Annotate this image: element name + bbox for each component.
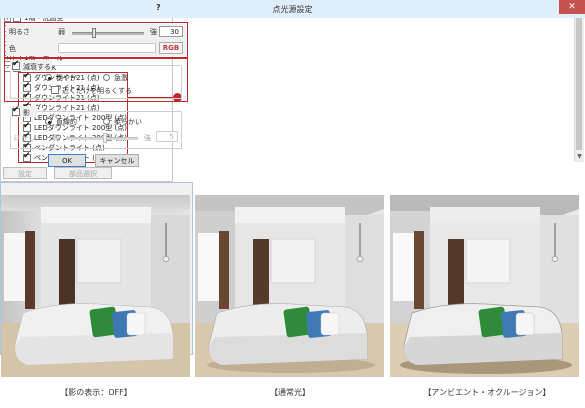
settings-button[interactable]: 設定 bbox=[3, 167, 47, 179]
shadow-label: 影 bbox=[23, 109, 30, 117]
shadow-direct-label: 直線的 bbox=[56, 118, 77, 126]
attenuation-highlight bbox=[4, 58, 188, 102]
blur-weak-label: 弱 bbox=[52, 134, 59, 142]
dialog-title: 点光源設定 bbox=[272, 5, 313, 14]
tree-scrollbar[interactable]: ▲ ▼ bbox=[574, 2, 584, 162]
cancel-button[interactable]: キャンセル bbox=[95, 154, 139, 167]
blur-label: ぼかし bbox=[14, 134, 35, 142]
caption-ambient-occlusion: 【アンビエント・オクルージョン】 bbox=[423, 388, 551, 397]
render-normal-light bbox=[195, 195, 384, 377]
shadow-soft-label: 柔らかい bbox=[114, 118, 142, 126]
select-parts-button[interactable]: 部品選択 bbox=[54, 167, 112, 179]
shadow-direct-radio[interactable] bbox=[45, 118, 52, 125]
render-shadow-off bbox=[1, 195, 190, 377]
caption-shadow-off: 【影の表示：OFF】 bbox=[60, 388, 132, 397]
blur-value-field[interactable]: 5 bbox=[156, 131, 178, 142]
brightness-highlight bbox=[4, 22, 188, 58]
scroll-down-arrow-icon[interactable]: ▼ bbox=[576, 153, 583, 160]
close-icon[interactable]: ✕ bbox=[559, 0, 585, 14]
help-icon[interactable]: ? bbox=[156, 3, 161, 12]
caption-normal-light: 【通常光】 bbox=[270, 388, 310, 397]
scrollbar-thumb[interactable] bbox=[576, 12, 582, 150]
shadow-soft-radio[interactable] bbox=[103, 118, 110, 125]
blur-strong-label: 強 bbox=[144, 134, 151, 142]
shadow-header: 影 bbox=[10, 105, 38, 117]
dialog-titlebar: 点光源設定 ? ✕ bbox=[0, 0, 585, 18]
blur-slider-thumb[interactable] bbox=[102, 133, 107, 143]
ok-button[interactable]: OK bbox=[48, 154, 86, 167]
shadow-checkbox[interactable] bbox=[12, 105, 20, 116]
render-ambient-occlusion bbox=[390, 195, 579, 377]
